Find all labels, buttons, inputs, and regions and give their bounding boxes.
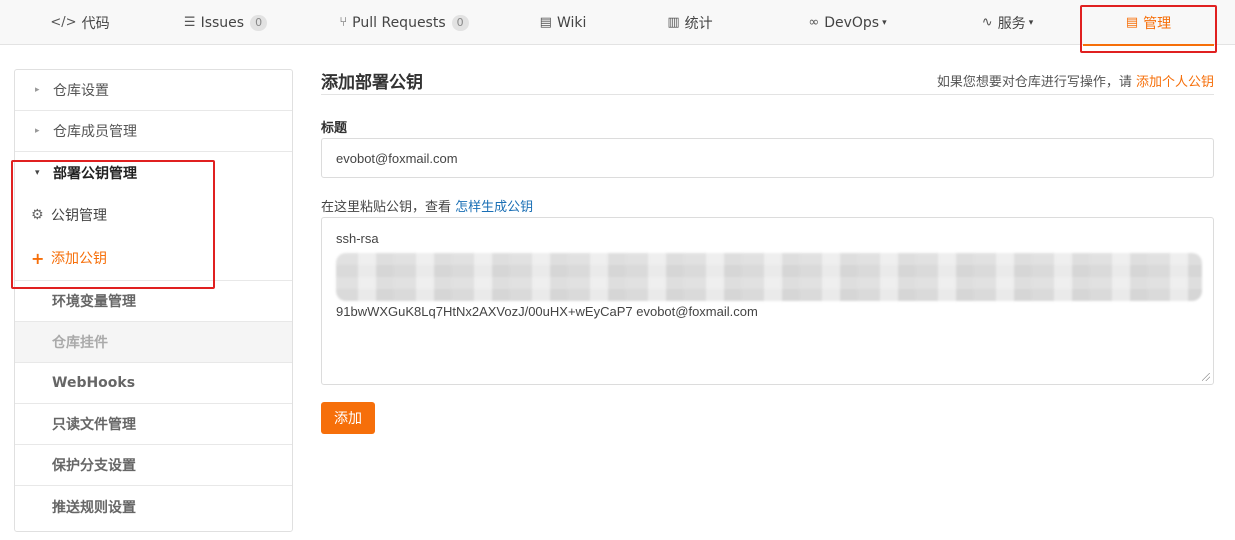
sidebar-item-repo-settings[interactable]: ▸ 仓库设置 bbox=[15, 70, 292, 111]
tab-devops-label: DevOps bbox=[824, 14, 880, 31]
tab-pull-requests-label: Pull Requests bbox=[352, 14, 446, 31]
sidebar-item-label: 只读文件管理 bbox=[52, 417, 136, 433]
gear-icon: ⚙ bbox=[31, 206, 44, 223]
sidebar-item-members[interactable]: ▸ 仓库成员管理 bbox=[15, 111, 292, 152]
sidebar-item-label: 添加公钥 bbox=[51, 251, 107, 267]
sidebar-item-label: 公钥管理 bbox=[51, 207, 107, 224]
hint-text: 如果您想要对仓库进行写操作，请 bbox=[936, 75, 1136, 90]
tab-code-label: 代码 bbox=[81, 15, 110, 32]
add-personal-key-link[interactable]: 添加个人公钥 bbox=[1136, 75, 1214, 90]
sidebar-item-label: 仓库挂件 bbox=[52, 335, 108, 351]
sidebar-item-label: WebHooks bbox=[52, 375, 136, 391]
tab-issues-label: Issues bbox=[200, 14, 245, 31]
tab-manage[interactable]: ▤ 管理 bbox=[1083, 0, 1214, 46]
tab-code[interactable]: </> 代码 bbox=[30, 0, 130, 45]
key-text-first-line: ssh-rsa bbox=[336, 231, 379, 246]
chevron-down-icon: ▾ bbox=[1028, 17, 1034, 28]
title-input[interactable] bbox=[321, 138, 1214, 178]
stats-icon: ▥ bbox=[667, 15, 680, 30]
tab-service[interactable]: ∿ 服务 ▾ bbox=[960, 0, 1055, 45]
redacted-key-region bbox=[336, 253, 1202, 301]
title-field-label: 标题 bbox=[321, 121, 348, 136]
chevron-right-icon: ▸ bbox=[35, 85, 40, 95]
tab-pull-requests[interactable]: ⑂ Pull Requests 0 bbox=[330, 0, 478, 45]
how-to-generate-key-link[interactable]: 怎样生成公钥 bbox=[455, 200, 533, 215]
plus-icon: + bbox=[31, 248, 45, 268]
sidebar-item-webhooks[interactable]: WebHooks bbox=[15, 363, 292, 404]
sidebar-item-label: 部署公钥管理 bbox=[53, 165, 137, 182]
pull-request-icon: ⑂ bbox=[339, 15, 348, 30]
repo-tab-bar: </> 代码 ☰ Issues 0 ⑂ Pull Requests 0 ▤ Wi… bbox=[0, 0, 1235, 46]
key-label-text: 在这里粘贴公钥，查看 bbox=[321, 200, 456, 215]
chevron-down-icon: ▾ bbox=[882, 17, 887, 28]
tab-service-label: 服务 bbox=[997, 15, 1026, 32]
title-divider bbox=[321, 94, 1214, 95]
sidebar-item-label: 仓库成员管理 bbox=[53, 124, 137, 140]
sidebar-item-label: 环境变量管理 bbox=[52, 294, 136, 310]
page-title: 添加部署公钥 bbox=[321, 73, 423, 93]
tab-manage-label: 管理 bbox=[1143, 15, 1172, 32]
chevron-right-icon: ▸ bbox=[35, 126, 40, 136]
manage-icon: ▤ bbox=[1125, 15, 1139, 30]
tab-devops[interactable]: ∞ DevOps ▾ bbox=[790, 0, 905, 45]
tab-issues[interactable]: ☰ Issues 0 bbox=[168, 0, 283, 45]
key-text-last-line: 91bwWXGuK8Lq7HtNx2AXVozJ/00uHX+wEyCaP7 e… bbox=[336, 304, 758, 319]
pull-requests-count-badge: 0 bbox=[451, 14, 469, 31]
tab-wiki-label: Wiki bbox=[556, 14, 587, 31]
sidebar-item-label: 仓库设置 bbox=[53, 83, 109, 99]
devops-icon: ∞ bbox=[808, 15, 820, 30]
code-icon: </> bbox=[50, 15, 77, 30]
personal-key-hint: 如果您想要对仓库进行写操作，请 添加个人公钥 bbox=[937, 71, 1214, 90]
sidebar-item-deploy-keys[interactable]: ▾ 部署公钥管理 bbox=[15, 152, 292, 193]
sidebar-item-protected-branches[interactable]: 保护分支设置 bbox=[15, 445, 292, 486]
sidebar-item-label: 保护分支设置 bbox=[52, 458, 136, 474]
resize-handle-icon[interactable] bbox=[1202, 373, 1210, 381]
sidebar-item-push-rules[interactable]: 推送规则设置 bbox=[15, 486, 292, 527]
sidebar-item-widgets[interactable]: 仓库挂件 bbox=[15, 322, 292, 363]
public-key-textarea[interactable]: ssh-rsa 91bwWXGuK8Lq7HtNx2AXVozJ/00uHX+w… bbox=[321, 217, 1214, 385]
sidebar-item-key-management[interactable]: ⚙ 公钥管理 bbox=[15, 193, 292, 236]
key-field-label: 在这里粘贴公钥，查看 怎样生成公钥 bbox=[321, 196, 533, 215]
tab-stats[interactable]: ▥ 统计 bbox=[645, 0, 735, 45]
issues-count-badge: 0 bbox=[250, 14, 268, 31]
settings-sidebar: ▸ 仓库设置 ▸ 仓库成员管理 ▾ 部署公钥管理 ⚙ 公钥管理 + 添加公钥 环… bbox=[14, 69, 293, 532]
add-key-button[interactable]: 添加 bbox=[321, 402, 375, 434]
wiki-icon: ▤ bbox=[539, 15, 552, 30]
tab-wiki[interactable]: ▤ Wiki bbox=[518, 0, 608, 45]
service-icon: ∿ bbox=[981, 15, 993, 30]
sidebar-item-label: 推送规则设置 bbox=[52, 499, 136, 516]
sidebar-item-add-key[interactable]: + 添加公钥 bbox=[15, 236, 292, 281]
tab-stats-label: 统计 bbox=[684, 15, 713, 32]
chevron-down-icon: ▾ bbox=[35, 167, 40, 178]
sidebar-item-readonly-files[interactable]: 只读文件管理 bbox=[15, 404, 292, 445]
issues-icon: ☰ bbox=[183, 15, 196, 30]
sidebar-item-env-vars[interactable]: 环境变量管理 bbox=[15, 281, 292, 322]
